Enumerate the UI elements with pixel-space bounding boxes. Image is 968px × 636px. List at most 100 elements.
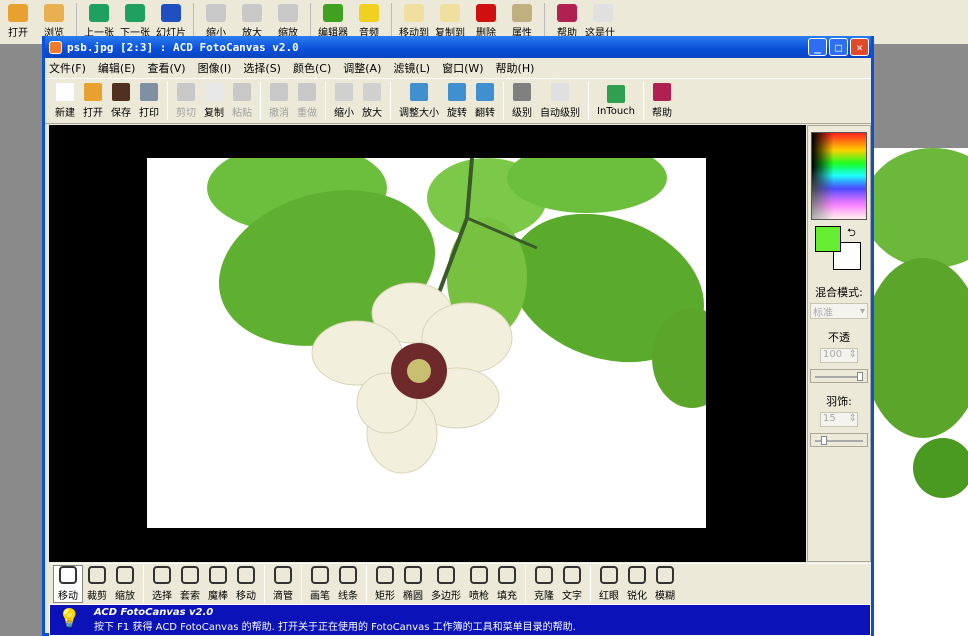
swap-colors-icon[interactable]: ⮌	[847, 224, 856, 243]
title-bar[interactable]: psb.jpg [2:3] : ACD FotoCanvas v2.0 _ □ …	[45, 36, 871, 58]
menu-item[interactable]: 滤镜(L)	[393, 60, 430, 76]
menu-item[interactable]: 选择(S)	[243, 60, 281, 76]
menu-item[interactable]: 帮助(H)	[496, 60, 535, 76]
tools-button-11[interactable]: 画笔	[306, 565, 334, 602]
tools-button-14[interactable]: 矩形	[371, 565, 399, 602]
opacity-spinner[interactable]: 100 ⇕	[820, 348, 858, 363]
toolbar-button-3[interactable]: 打印	[135, 83, 163, 119]
minimize-button[interactable]: _	[808, 38, 827, 56]
slideshow-icon	[161, 4, 181, 22]
tools-button-6[interactable]: 魔棒	[204, 565, 232, 602]
toolbar-button-5[interactable]: 剪切	[172, 83, 200, 119]
color-panel: ⮌ 混合模式: 标准 ▾ 不透 100 ⇕ 羽饰: 15 ⇕	[807, 125, 871, 562]
canvas-area[interactable]	[49, 125, 806, 562]
spinner-arrows-icon: ⇕	[848, 349, 857, 360]
blend-mode-label: 混合模式:	[815, 286, 863, 299]
foreground-color-swatch[interactable]	[815, 226, 841, 252]
tools-button-17[interactable]: 喷枪	[465, 565, 493, 602]
opacity-value: 100	[823, 349, 843, 360]
tools-button-12[interactable]: 线条	[334, 565, 362, 602]
tools-button-21[interactable]: 文字	[558, 565, 586, 602]
host_toolbar-button-19[interactable]: 帮助	[549, 0, 585, 39]
toolbar-button-20[interactable]: 自动级别	[536, 83, 584, 119]
toolbar-button-19[interactable]: 级别	[508, 83, 536, 119]
feather-spinner[interactable]: 15 ⇕	[820, 412, 858, 427]
button-label: 喷枪	[469, 590, 489, 602]
image-canvas[interactable]	[147, 158, 706, 528]
host_toolbar-button-16[interactable]: 删除	[468, 0, 504, 39]
toolbar-button-17[interactable]: 翻转	[471, 83, 499, 119]
host_toolbar-button-15[interactable]: 复制到	[432, 0, 468, 39]
host_toolbar-button-8[interactable]: 放大	[234, 0, 270, 39]
menu-item[interactable]: 查看(V)	[147, 60, 185, 76]
tools-button-23[interactable]: 红眼	[595, 565, 623, 602]
separator	[264, 564, 265, 603]
host_toolbar-button-12[interactable]: 音频	[351, 0, 387, 39]
toolbar-button-24[interactable]: 帮助	[648, 83, 676, 119]
host_toolbar-button-5[interactable]: 幻灯片	[153, 0, 189, 39]
host_toolbar-button-0[interactable]: 打开	[0, 0, 36, 39]
host_toolbar-button-4[interactable]: 下一张	[117, 0, 153, 39]
tools-button-0[interactable]: 移动	[53, 564, 83, 603]
toolbar-button-15[interactable]: 调整大小	[395, 83, 443, 119]
menu-item[interactable]: 颜色(C)	[293, 60, 331, 76]
app-icon	[49, 40, 62, 54]
menu-item[interactable]: 图像(I)	[198, 60, 232, 76]
button-label: 打开	[83, 108, 103, 119]
button-label: 缩小	[334, 108, 354, 119]
toolbar-button-22[interactable]: InTouch	[593, 85, 639, 117]
opacity-slider[interactable]	[810, 369, 868, 383]
tools-button-16[interactable]: 多边形	[427, 565, 465, 602]
host_toolbar-button-1[interactable]: 浏览	[36, 0, 72, 39]
toolbar-button-16[interactable]: 旋转	[443, 83, 471, 119]
toolbar-button-6[interactable]: 复制	[200, 83, 228, 119]
toolbar-button-2[interactable]: 保存	[107, 83, 135, 119]
tools-button-5[interactable]: 套索	[176, 565, 204, 602]
blur-icon	[656, 565, 674, 584]
tools-button-4[interactable]: 选择	[148, 565, 176, 602]
button-label: 复制	[204, 108, 224, 119]
button-label: 粘贴	[232, 108, 252, 119]
toolbar-button-0[interactable]: 新建	[51, 83, 79, 119]
button-label: 模糊	[655, 590, 675, 602]
tools-button-9[interactable]: 滴管	[269, 565, 297, 602]
host_toolbar-button-11[interactable]: 编辑器	[315, 0, 351, 39]
maximize-button[interactable]: □	[829, 38, 848, 56]
host_toolbar-button-9[interactable]: 缩放	[270, 0, 306, 39]
menu-item[interactable]: 调整(A)	[343, 60, 381, 76]
toolbar-button-9[interactable]: 撤消	[265, 83, 293, 119]
host_toolbar-button-7[interactable]: 缩小	[198, 0, 234, 39]
line-icon	[339, 565, 357, 584]
menu-item[interactable]: 编辑(E)	[98, 60, 136, 76]
tools-button-18[interactable]: 填充	[493, 565, 521, 602]
blend-mode-select[interactable]: 标准 ▾	[810, 303, 868, 319]
separator	[260, 82, 261, 120]
tools-button-25[interactable]: 模糊	[651, 565, 679, 602]
flip-icon	[476, 83, 494, 101]
tools-button-20[interactable]: 克隆	[530, 565, 558, 602]
fotocanvas-window: psb.jpg [2:3] : ACD FotoCanvas v2.0 _ □ …	[42, 36, 874, 636]
tools-button-24[interactable]: 锐化	[623, 565, 651, 602]
tools-button-7[interactable]: 移动	[232, 565, 260, 602]
host_toolbar-button-14[interactable]: 移动到	[396, 0, 432, 39]
tools-button-2[interactable]: 缩放	[111, 565, 139, 602]
toolbar-button-13[interactable]: 放大	[358, 83, 386, 119]
close-button[interactable]: ✕	[850, 38, 869, 56]
button-label: 多边形	[431, 590, 461, 602]
toolbar-button-7[interactable]: 粘贴	[228, 83, 256, 119]
menu-item[interactable]: 窗口(W)	[442, 60, 483, 76]
pencil-icon	[311, 565, 329, 584]
toolbar-button-12[interactable]: 缩小	[330, 83, 358, 119]
button-label: 自动级别	[540, 108, 580, 119]
tools-button-1[interactable]: 裁剪	[83, 565, 111, 602]
host_toolbar-button-17[interactable]: 属性	[504, 0, 540, 39]
toolbar-button-10[interactable]: 重做	[293, 83, 321, 119]
toolbar-button-1[interactable]: 打开	[79, 83, 107, 119]
menu-item[interactable]: 文件(F)	[49, 60, 86, 76]
feather-slider[interactable]	[810, 433, 868, 447]
color-spectrum-picker[interactable]	[811, 132, 867, 220]
tools-button-15[interactable]: 椭圆	[399, 565, 427, 602]
host_toolbar-button-3[interactable]: 上一张	[81, 0, 117, 39]
marquee-icon	[153, 565, 171, 584]
ellipse-icon	[404, 565, 422, 584]
